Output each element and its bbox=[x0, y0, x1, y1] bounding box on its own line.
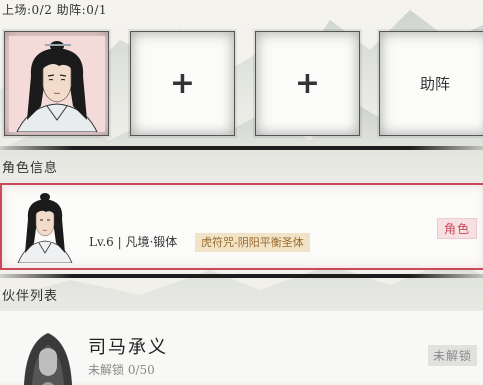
lineup-slot-3[interactable]: + bbox=[255, 31, 360, 136]
partner-unlock-status: 未解锁 0/50 bbox=[88, 363, 155, 377]
character-avatar-icon bbox=[17, 193, 73, 263]
role-badge[interactable]: 角色 bbox=[436, 218, 477, 239]
locked-badge: 未解锁 bbox=[427, 345, 477, 366]
divider bbox=[0, 146, 483, 150]
character-info-card[interactable]: Lv.6 | 凡境·锻体 虎符咒-阴阳平衡圣体 角色 bbox=[0, 183, 483, 270]
divider bbox=[0, 274, 483, 278]
section-title-character-info: 角色信息 bbox=[2, 161, 59, 176]
support-slot-label: 助阵 bbox=[419, 75, 450, 93]
section-title-partner-list: 伙伴列表 bbox=[2, 289, 59, 304]
lineup-count: 上场:0/2 助阵:0/1 bbox=[2, 3, 108, 17]
character-skill-tag: 虎符咒-阴阳平衡圣体 bbox=[195, 233, 310, 252]
character-level-realm: Lv.6 | 凡境·锻体 bbox=[89, 235, 178, 249]
support-slot[interactable]: 助阵 bbox=[379, 31, 483, 136]
add-icon: + bbox=[294, 66, 321, 101]
locked-partner-avatar-icon bbox=[24, 333, 72, 385]
lineup-slot-1[interactable] bbox=[4, 31, 109, 136]
character-portrait-icon bbox=[8, 35, 105, 132]
partner-name: 司马承义 bbox=[88, 337, 168, 358]
lineup-slot-2[interactable]: + bbox=[130, 31, 235, 136]
add-icon: + bbox=[169, 66, 196, 101]
partner-list-item[interactable]: 司马承义 未解锁 0/50 未解锁 bbox=[0, 311, 483, 385]
lineup-screen: 上场:0/2 助阵:0/1 + + 助阵 角色信息 Lv.6 | 凡境·锻体 虎… bbox=[0, 0, 483, 385]
